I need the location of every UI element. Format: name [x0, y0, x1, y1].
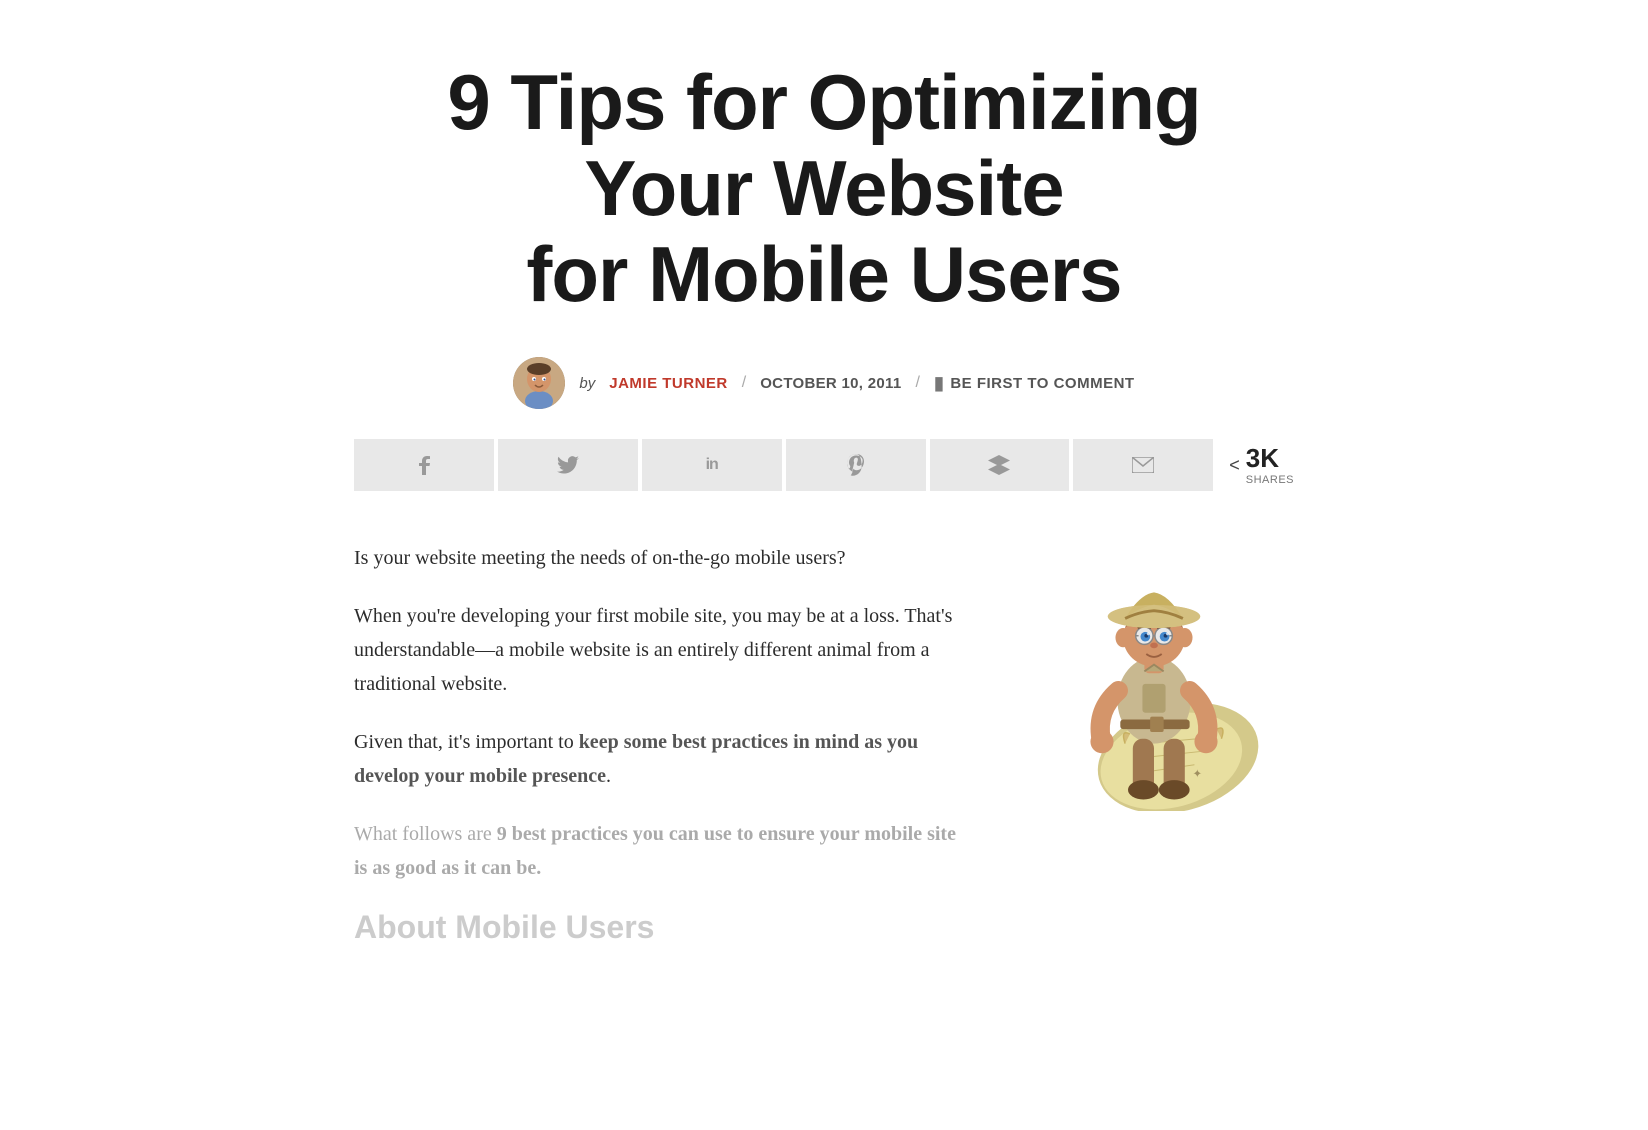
- twitter-icon: [557, 456, 579, 474]
- pinterest-icon: [847, 454, 865, 476]
- email-share-button[interactable]: [1073, 439, 1213, 491]
- buffer-icon: [988, 455, 1010, 475]
- article-title: 9 Tips for Optimizing Your Website for M…: [354, 60, 1294, 317]
- comment-icon: ▮: [934, 373, 944, 394]
- title-line1: 9 Tips for Optimizing Your Website: [447, 58, 1200, 232]
- p3-prefix: Given that, it's important to: [354, 731, 579, 753]
- article-body: Is your website meeting the needs of on-…: [354, 541, 1294, 946]
- explorer-character-svg: ✕ ✦: [1024, 551, 1284, 811]
- linkedin-icon: in: [706, 456, 718, 474]
- author-avatar: [513, 357, 565, 409]
- author-name[interactable]: JAMIE TURNER: [609, 375, 728, 392]
- page-wrapper: 9 Tips for Optimizing Your Website for M…: [274, 0, 1374, 1006]
- section-heading: About Mobile Users: [354, 909, 974, 946]
- article-text: Is your website meeting the needs of on-…: [354, 541, 974, 946]
- svg-text:✦: ✦: [1193, 769, 1203, 781]
- twitter-share-button[interactable]: [498, 439, 638, 491]
- share-number-group: 3K SHARES: [1246, 443, 1294, 487]
- p4-prefix: What follows are: [354, 823, 497, 845]
- email-icon: [1132, 457, 1154, 473]
- publish-date: OCTOBER 10, 2011: [760, 375, 901, 392]
- share-number: 3K: [1246, 443, 1294, 474]
- share-label: SHARES: [1246, 474, 1294, 487]
- comment-cta-label: BE FIRST TO COMMENT: [950, 375, 1134, 392]
- share-icon: <: [1229, 455, 1240, 476]
- buffer-share-button[interactable]: [930, 439, 1070, 491]
- meta-divider-1: /: [742, 374, 746, 392]
- paragraph-2: When you're developing your first mobile…: [354, 599, 974, 701]
- linkedin-share-button[interactable]: in: [642, 439, 782, 491]
- facebook-icon: [414, 455, 434, 475]
- paragraph-3: Given that, it's important to keep some …: [354, 725, 974, 793]
- pinterest-share-button[interactable]: [786, 439, 926, 491]
- author-meta: by JAMIE TURNER / OCTOBER 10, 2011 / ▮ B…: [354, 357, 1294, 409]
- article-illustration: ✕ ✦: [1014, 541, 1294, 811]
- facebook-share-button[interactable]: [354, 439, 494, 491]
- p3-suffix: .: [606, 765, 611, 787]
- share-bar: in < 3K SHARES: [354, 439, 1294, 491]
- paragraph-1: Is your website meeting the needs of on-…: [354, 541, 974, 575]
- paragraph-4: What follows are 9 best practices you ca…: [354, 817, 974, 885]
- comment-link[interactable]: ▮ BE FIRST TO COMMENT: [934, 373, 1135, 394]
- title-line2: for Mobile Users: [526, 230, 1121, 318]
- meta-divider-2: /: [915, 374, 919, 392]
- share-count-container: < 3K SHARES: [1229, 443, 1294, 487]
- author-by-label: by: [579, 375, 595, 392]
- avatar-svg: [513, 357, 565, 409]
